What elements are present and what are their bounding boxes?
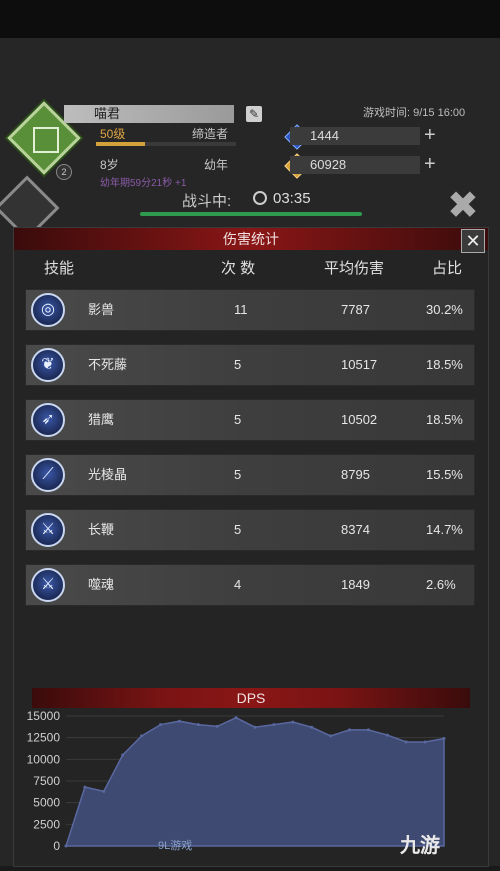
y-tick-label: 0	[53, 839, 60, 853]
whip-icon: ⚔	[31, 513, 65, 547]
skill-avg-damage: 10517	[341, 357, 378, 372]
dps-point	[253, 725, 257, 729]
game-time: 游戏时间: 9/15 16:00	[363, 107, 466, 119]
dps-point	[177, 719, 181, 723]
dps-point	[83, 785, 87, 789]
y-tick-label: 2500	[33, 817, 60, 831]
skill-count: 11	[234, 302, 248, 317]
col-ratio: 占比	[432, 260, 463, 277]
dps-point	[102, 789, 106, 793]
skill-count: 5	[234, 467, 242, 482]
skill-ratio: 14.7%	[426, 522, 463, 537]
dps-point	[215, 724, 219, 728]
skill-count: 5	[234, 412, 242, 427]
damage-stats-panel: 伤害统计 ✕ 技能 次 数 平均伤害 占比 ◎ 影兽 11 7787 30.2% ❦ 不死藤…	[14, 228, 488, 866]
player-age: 8岁	[100, 158, 119, 172]
beast-swirl-icon: ◎	[31, 293, 65, 327]
crystal-count: 1444	[290, 127, 420, 145]
close-button[interactable]: ✕	[461, 229, 485, 253]
skill-ratio: 18.5%	[426, 412, 463, 427]
skill-name: 猎鹰	[88, 412, 115, 427]
skill-row[interactable]: ⚔ 长鞭 5 8374 14.7%	[26, 510, 474, 550]
y-tick-label: 5000	[33, 796, 60, 810]
dps-point	[348, 728, 351, 732]
dps-point	[404, 740, 408, 744]
dps-point	[366, 728, 370, 732]
battle-time: 03:35	[273, 190, 311, 207]
clock-icon	[253, 191, 267, 205]
brand-logo: 九游	[400, 835, 440, 857]
skill-ratio: 18.5%	[426, 357, 463, 372]
col-skill: 技能	[44, 260, 75, 277]
skill-row[interactable]: ⟋ 光棱晶 5 8795 15.5%	[26, 455, 474, 495]
col-count: 次 数	[221, 260, 256, 277]
y-tick-label: 15000	[27, 710, 61, 723]
dps-point	[329, 734, 333, 738]
skill-avg-damage: 1849	[341, 577, 370, 592]
skill-name: 不死藤	[88, 357, 128, 372]
level-progress-bar	[96, 142, 236, 146]
skill-name: 噬魂	[88, 577, 115, 592]
cube-icon	[33, 127, 59, 153]
skill-count: 5	[234, 357, 242, 372]
skill-row[interactable]: ❦ 不死藤 5 10517 18.5%	[26, 345, 474, 385]
skill-name: 长鞭	[88, 522, 115, 537]
skill-avg-damage: 8374	[341, 522, 370, 537]
edit-icon[interactable]: ✎	[246, 106, 262, 122]
game-watermark: 9L游戏	[158, 840, 193, 852]
dps-point	[423, 740, 427, 744]
gold-count: 60928	[290, 156, 420, 174]
dps-point	[140, 734, 144, 738]
dps-point	[234, 716, 238, 720]
dps-point	[159, 723, 162, 727]
skill-avg-damage: 7787	[341, 302, 370, 317]
skill-row[interactable]: ◎ 影兽 11 7787 30.2%	[26, 290, 474, 330]
dps-point	[291, 720, 295, 724]
skill-count: 4	[234, 577, 242, 592]
skill-name: 光棱晶	[88, 467, 128, 482]
dps-point	[196, 723, 200, 727]
skill-name: 影兽	[88, 302, 115, 317]
add-gold-button[interactable]: +	[424, 154, 436, 174]
crossed-swords-icon[interactable]: ✖	[447, 186, 479, 226]
dps-point	[442, 737, 446, 741]
dps-point	[272, 723, 276, 727]
vine-icon: ❦	[31, 348, 65, 382]
player-age-stage: 幼年	[204, 158, 229, 172]
battle-label: 战斗中:	[182, 193, 232, 210]
skill-ratio: 30.2%	[426, 302, 463, 317]
player-title: 缔造者	[192, 127, 229, 141]
y-tick-label: 7500	[33, 774, 60, 788]
panel-title: 伤害统计	[14, 228, 488, 250]
skill-ratio: 2.6%	[426, 577, 456, 592]
age-timer: 幼年期59分21秒 +1	[100, 178, 187, 189]
y-tick-label: 12500	[27, 731, 61, 745]
col-avg-damage: 平均伤害	[324, 260, 385, 277]
soul-sword-icon: ⚔	[31, 568, 65, 602]
dps-point	[310, 725, 314, 729]
falcon-icon: ➶	[31, 403, 65, 437]
player-level: 50级	[100, 127, 126, 141]
level-progress-fill	[96, 142, 145, 146]
dps-area	[64, 716, 445, 847]
add-crystal-button[interactable]: +	[424, 125, 436, 145]
dps-point	[385, 733, 389, 737]
dps-point	[64, 844, 68, 848]
battle-progress-bar	[140, 212, 362, 216]
dps-title: DPS	[32, 688, 470, 708]
skill-count: 5	[234, 522, 242, 537]
skill-avg-damage: 8795	[341, 467, 370, 482]
avatar-badge: 2	[56, 164, 72, 180]
crystal-blade-icon: ⟋	[31, 458, 65, 492]
top-bar	[0, 0, 500, 38]
dps-point	[121, 753, 125, 757]
skill-avg-damage: 10502	[341, 412, 378, 427]
skill-row[interactable]: ⚔ 噬魂 4 1849 2.6%	[26, 565, 474, 605]
close-icon: ✕	[465, 231, 481, 251]
skill-ratio: 15.5%	[426, 467, 463, 482]
skill-row[interactable]: ➶ 猎鹰 5 10502 18.5%	[26, 400, 474, 440]
y-tick-label: 10000	[27, 752, 61, 766]
player-name: 喵君	[64, 105, 234, 123]
